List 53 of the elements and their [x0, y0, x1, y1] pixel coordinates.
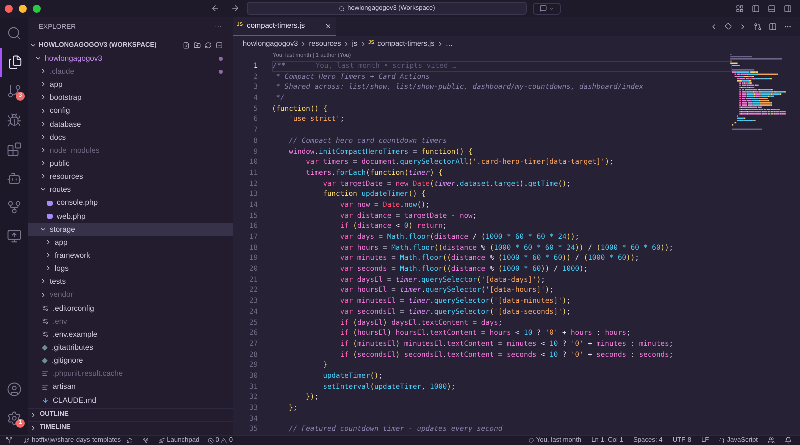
- text-file-icon: [42, 384, 49, 391]
- new-file-icon[interactable]: [183, 42, 190, 49]
- toggle-sidebar-icon[interactable]: [752, 4, 760, 12]
- previous-change-icon[interactable]: [710, 22, 718, 30]
- sync-icon[interactable]: [127, 438, 134, 444]
- git-icon: [6, 84, 22, 99]
- new-folder-icon[interactable]: [194, 42, 201, 49]
- split-editor-icon[interactable]: [769, 22, 777, 30]
- minimize-window-button[interactable]: [19, 4, 27, 12]
- php-file-icon: [47, 214, 53, 219]
- graph-icon[interactable]: [143, 438, 150, 444]
- search-icon: [6, 26, 22, 41]
- chat-icon: [540, 5, 546, 12]
- diamond-icon[interactable]: [725, 23, 732, 30]
- extensions-icon: [6, 142, 22, 157]
- separator-icon: [343, 40, 350, 48]
- collapse-icon[interactable]: [216, 42, 223, 49]
- refresh-icon[interactable]: [205, 42, 212, 49]
- account-icon: [6, 382, 22, 397]
- layout-icon[interactable]: [736, 4, 744, 12]
- files-icon: [8, 55, 22, 70]
- toggle-secondary-sidebar-icon[interactable]: [784, 4, 792, 12]
- remote-icon: [6, 437, 12, 444]
- branch-icon[interactable]: [754, 22, 762, 30]
- settings-icon: [6, 411, 22, 426]
- separator-icon: [436, 40, 444, 48]
- notifications-icon[interactable]: [785, 437, 792, 444]
- error-icon: [208, 438, 214, 444]
- back-icon[interactable]: [211, 4, 220, 13]
- close-window-button[interactable]: [5, 4, 13, 12]
- braces-icon: [719, 438, 726, 444]
- caret-icon: [548, 6, 554, 12]
- markdown-icon: [42, 396, 49, 404]
- separator-icon: [360, 40, 367, 48]
- next-change-icon[interactable]: [739, 22, 747, 30]
- commit-icon: [529, 438, 534, 443]
- search-icon: [338, 6, 345, 12]
- maximize-window-button[interactable]: [33, 4, 41, 12]
- toggle-panel-icon[interactable]: [768, 4, 776, 12]
- warning-icon: [221, 438, 228, 444]
- debug-icon: [6, 113, 22, 128]
- remote-icon: [6, 229, 22, 244]
- php-file-icon: [47, 200, 53, 206]
- separator-icon: [300, 40, 308, 48]
- forward-icon[interactable]: [231, 4, 240, 13]
- rocket-icon: [159, 438, 166, 444]
- branch-icon: [24, 438, 30, 444]
- close-icon[interactable]: [325, 22, 332, 30]
- text-file-icon: [42, 370, 49, 378]
- graph-icon: [6, 200, 22, 215]
- robot-icon: [6, 171, 22, 186]
- chat-button[interactable]: [533, 2, 561, 14]
- people-icon[interactable]: [768, 437, 775, 444]
